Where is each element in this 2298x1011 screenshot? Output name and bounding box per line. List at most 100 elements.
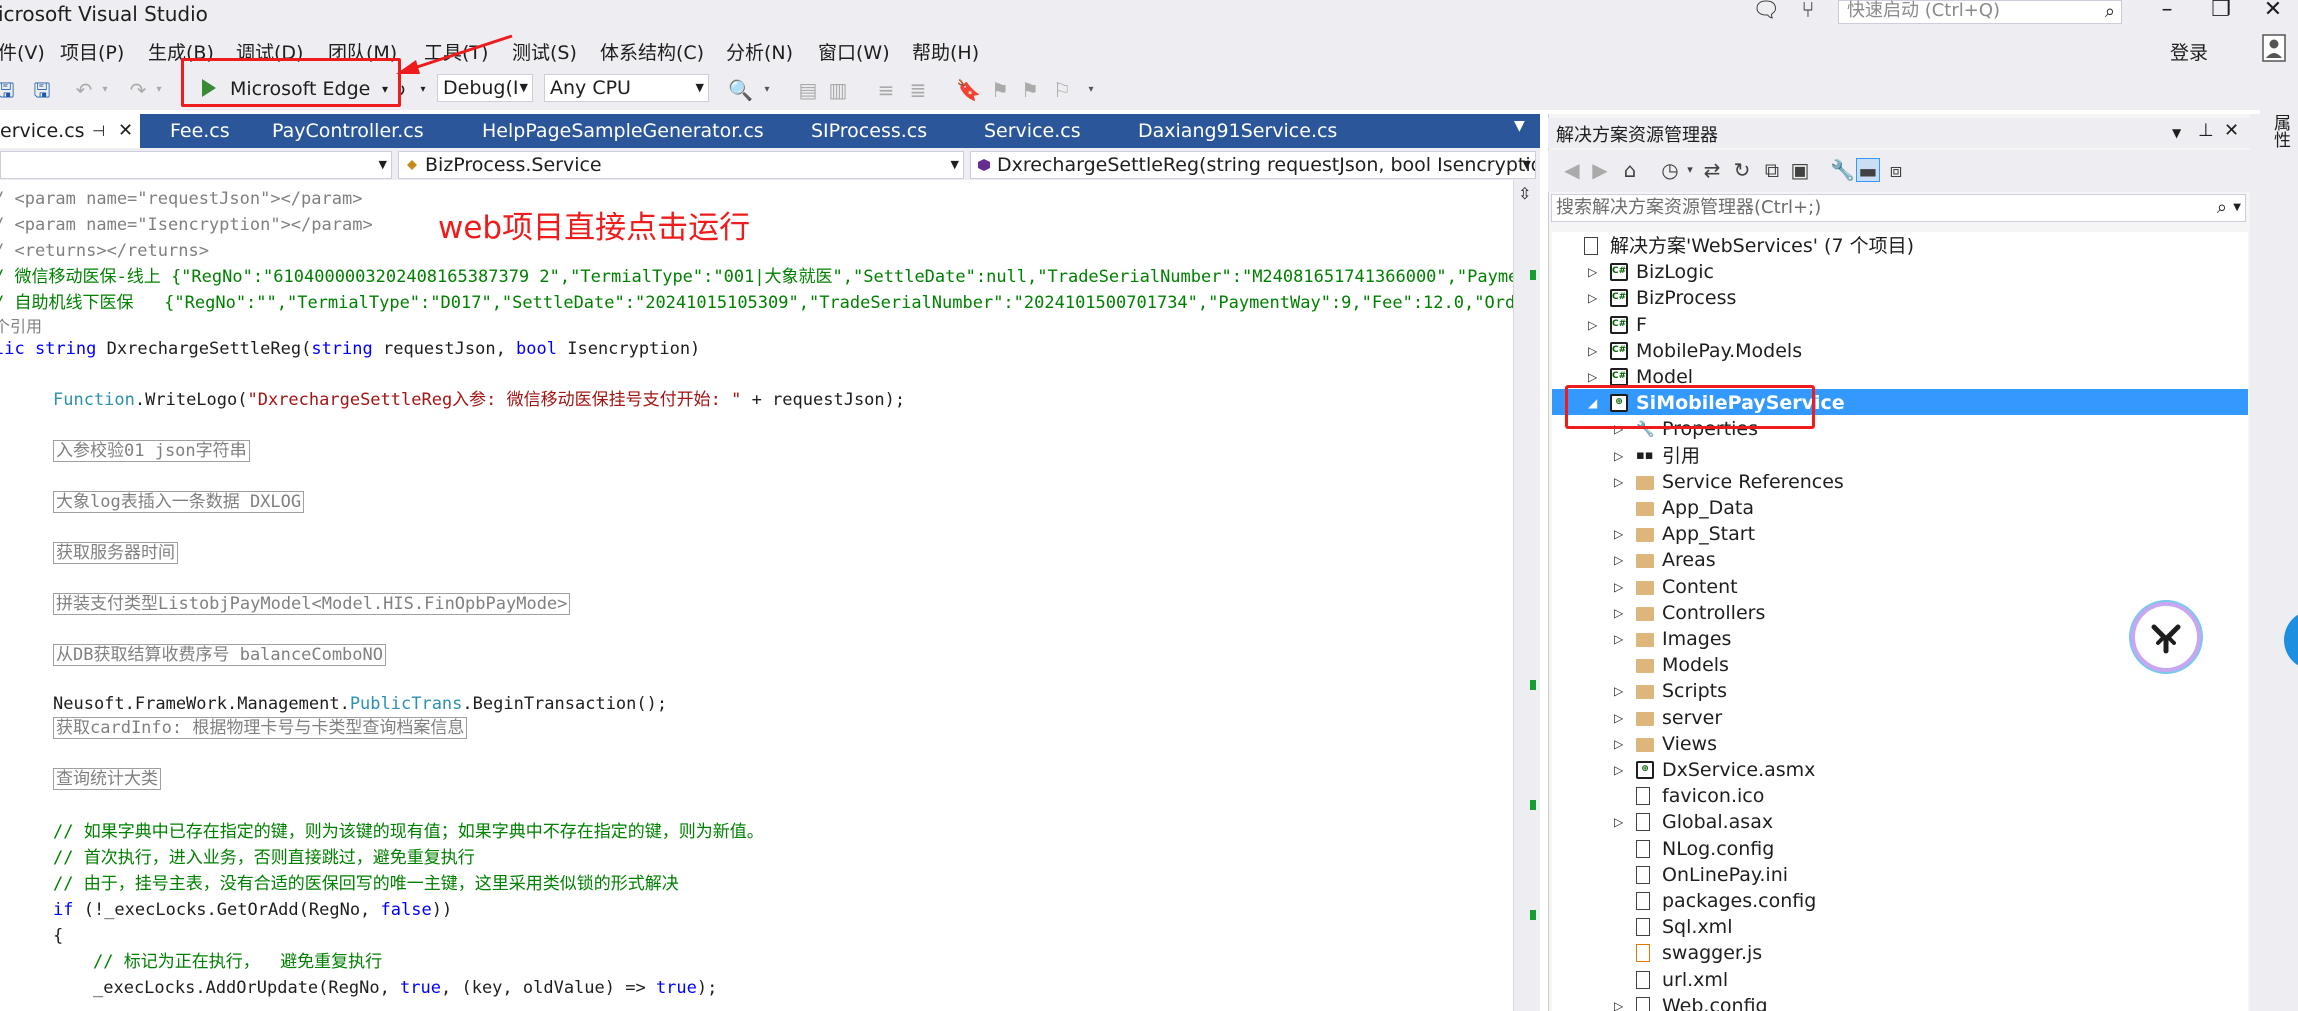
project-select[interactable]: ▼ xyxy=(0,151,392,179)
menu-view[interactable]: 件(V) xyxy=(0,38,45,65)
collapse-all-icon[interactable]: ⧉ xyxy=(1760,158,1784,182)
menu-analyze[interactable]: 分析(N) xyxy=(726,38,793,65)
menu-help[interactable]: 帮助(H) xyxy=(912,38,979,65)
solution-scrollbar[interactable] xyxy=(2250,114,2260,1011)
project-node[interactable]: ▷ C# F xyxy=(1588,312,2244,338)
align-icon[interactable]: ▥ xyxy=(826,76,850,104)
file-node[interactable]: OnLinePay.ini xyxy=(1614,862,2244,888)
expand-icon[interactable]: ▷ xyxy=(1588,312,1602,338)
solution-node[interactable]: 解决方案'WebServices' (7 个项目) xyxy=(1562,233,2244,259)
tab-service[interactable]: Service.cs xyxy=(984,114,1081,148)
editor-scrollbar[interactable]: ⇳ xyxy=(1513,180,1540,1011)
save-icon[interactable]: 🖫 xyxy=(0,76,16,104)
class-diagram-icon[interactable]: ⧈ xyxy=(1884,158,1908,182)
collapsed-region[interactable]: 从DB获取结算收费序号 balanceComboNO xyxy=(53,644,386,666)
expand-icon[interactable]: ▷ xyxy=(1614,993,1628,1011)
tabs-overflow-icon[interactable]: ▼ xyxy=(1514,118,1525,134)
toolbar-overflow-icon[interactable]: ▾ xyxy=(760,76,774,104)
redo-dropdown-icon[interactable]: ▾ xyxy=(152,76,166,104)
redo-icon[interactable]: ↷ xyxy=(126,76,150,104)
menu-window[interactable]: 窗口(W) xyxy=(818,38,890,65)
close-button[interactable]: ✕ xyxy=(2258,0,2288,24)
save-all-icon[interactable]: 🖫 xyxy=(30,76,54,104)
align-left-icon[interactable]: ▤ xyxy=(796,76,820,104)
collapsed-region[interactable]: 大象log表插入一条数据 DXLOG xyxy=(53,491,305,513)
file-node[interactable]: ▷ Web.config xyxy=(1614,993,2244,1011)
expand-icon[interactable]: ▷ xyxy=(1614,547,1628,573)
file-node[interactable]: url.xml xyxy=(1614,967,2244,993)
file-node[interactable]: App_Data xyxy=(1614,495,2244,521)
minimize-button[interactable]: – xyxy=(2152,0,2182,24)
collapsed-region[interactable]: 查询统计大类 xyxy=(53,768,161,790)
collapsed-region[interactable]: 入参校验01 json字符串 xyxy=(53,440,250,462)
close-icon[interactable]: ✕ xyxy=(2224,120,2239,141)
file-node[interactable]: ▷ App_Start xyxy=(1614,521,2244,547)
expand-icon[interactable]: ▷ xyxy=(1614,521,1628,547)
expand-icon[interactable]: ▷ xyxy=(1614,600,1628,626)
tab-helppagesamplegenerator[interactable]: HelpPageSampleGenerator.cs xyxy=(482,114,764,148)
file-node[interactable]: ▷ server xyxy=(1614,705,2244,731)
solution-search-input[interactable]: 搜索解决方案资源管理器(Ctrl+;) ⌕ ▼ xyxy=(1551,194,2246,222)
project-node[interactable]: ▷ C# MobilePay.Models xyxy=(1588,338,2244,364)
project-node[interactable]: ▷ C# BizProcess xyxy=(1588,285,2244,311)
menu-architecture[interactable]: 体系结构(C) xyxy=(600,38,704,65)
file-node[interactable]: ▷ Scripts xyxy=(1614,678,2244,704)
file-node[interactable]: Sql.xml xyxy=(1614,914,2244,940)
expand-icon[interactable]: ▷ xyxy=(1614,757,1628,783)
member-select[interactable]: DxrechargeSettleReg(string requestJson, … xyxy=(970,151,1536,179)
expand-icon[interactable]: ▷ xyxy=(1614,705,1628,731)
expand-icon[interactable]: ▷ xyxy=(1614,574,1628,600)
close-tab-icon[interactable]: ✕ xyxy=(118,114,133,148)
file-node[interactable]: swagger.js xyxy=(1614,940,2244,966)
project-node[interactable]: ▷ C# BizLogic xyxy=(1588,259,2244,285)
quick-launch-input[interactable]: 快速启动 (Ctrl+Q) ⌕ xyxy=(1838,0,2122,24)
expand-icon[interactable]: ▷ xyxy=(1588,338,1602,364)
history-dropdown-icon[interactable]: ▾ xyxy=(1678,158,1702,182)
clear-bookmarks-icon[interactable]: ⚐ xyxy=(1050,76,1074,104)
pin-icon[interactable]: ⊥ xyxy=(2198,120,2214,141)
file-node[interactable]: ▷ ▪▪ 引用 xyxy=(1614,443,2244,469)
tab-paycontroller[interactable]: PayController.cs xyxy=(272,114,424,148)
window-position-icon[interactable]: ▼ xyxy=(2172,126,2181,140)
code-editor[interactable]: / <param name="requestJson"></param> / <… xyxy=(0,180,1540,1011)
user-icon[interactable] xyxy=(2262,34,2286,62)
back-icon[interactable]: ◀ xyxy=(1560,158,1584,182)
file-node[interactable]: favicon.ico xyxy=(1614,783,2244,809)
split-icon[interactable]: ⇳ xyxy=(1518,184,1531,203)
file-node[interactable]: packages.config xyxy=(1614,888,2244,914)
properties-icon[interactable]: 🔧 xyxy=(1830,158,1855,182)
properties-tab[interactable]: 属性 xyxy=(2268,114,2293,148)
find-in-files-icon[interactable]: 🔍 xyxy=(728,76,753,104)
prev-bookmark-icon[interactable]: ⚑ xyxy=(988,76,1012,104)
next-bookmark-icon[interactable]: ⚑ xyxy=(1018,76,1042,104)
file-node[interactable]: ▷ Views xyxy=(1614,731,2244,757)
file-node[interactable]: ▷ Service References xyxy=(1614,469,2244,495)
collapsed-region[interactable]: 获取服务器时间 xyxy=(53,542,178,564)
refresh-icon[interactable]: ↻ xyxy=(1730,158,1754,182)
restore-button[interactable]: ❐ xyxy=(2206,0,2236,24)
outdent-icon[interactable]: ≣ xyxy=(906,76,930,104)
expand-icon[interactable]: ▷ xyxy=(1614,678,1628,704)
reference-count[interactable]: 个引用 xyxy=(0,316,42,338)
feedback-icon[interactable]: 🗨 xyxy=(1752,0,1780,24)
forward-icon[interactable]: ▶ xyxy=(1588,158,1612,182)
expand-icon[interactable]: ▷ xyxy=(1614,443,1628,469)
expand-icon[interactable]: ▷ xyxy=(1614,731,1628,757)
file-node[interactable]: ▷ ⊕ DxService.asmx xyxy=(1614,757,2244,783)
class-select[interactable]: BizProcess.Service ▼ xyxy=(398,151,964,179)
filter-icon[interactable]: ⑂ xyxy=(1796,0,1820,24)
tab-daxiang91service[interactable]: Daxiang91Service.cs xyxy=(1138,114,1337,148)
preview-icon[interactable]: ▬ xyxy=(1856,158,1880,183)
file-node[interactable]: NLog.config xyxy=(1614,836,2244,862)
menu-project[interactable]: 项目(P) xyxy=(60,38,124,65)
indent-icon[interactable]: ≡ xyxy=(874,76,898,104)
undo-dropdown-icon[interactable]: ▾ xyxy=(98,76,112,104)
tab-siprocess[interactable]: SIProcess.cs xyxy=(811,114,927,148)
tab-fee[interactable]: Fee.cs xyxy=(170,114,230,148)
collapsed-region[interactable]: 拼装支付类型ListobjPayModel<Model.HIS.FinOpbPa… xyxy=(53,593,571,615)
browser-dropdown-icon[interactable]: ▾ xyxy=(416,76,430,104)
platform-select[interactable]: Any CPU ▼ xyxy=(544,74,709,102)
undo-icon[interactable]: ↶ xyxy=(72,76,96,104)
home-icon[interactable]: ⌂ xyxy=(1618,158,1642,182)
expand-icon[interactable]: ▷ xyxy=(1614,469,1628,495)
